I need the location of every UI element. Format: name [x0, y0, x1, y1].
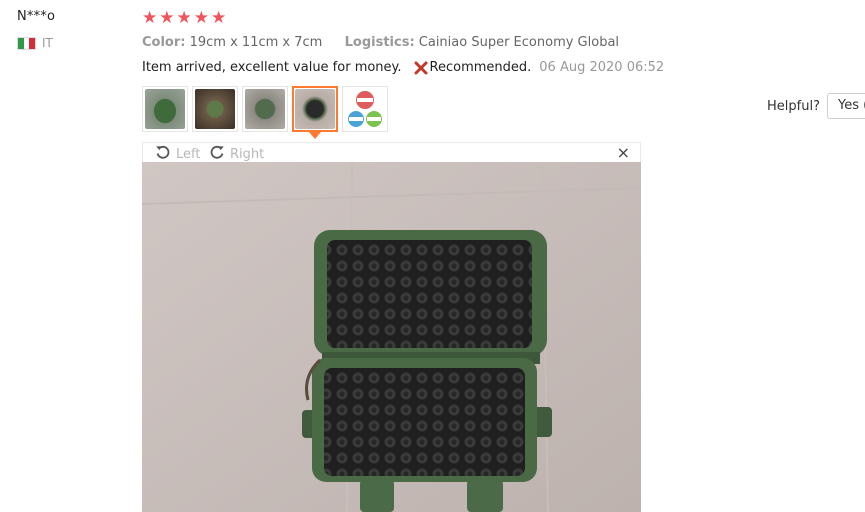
open-case-photo-icon — [142, 162, 641, 512]
recommended-text: Recommended. — [429, 60, 532, 75]
star-icon: ★ — [176, 8, 192, 28]
star-rating: ★ ★ ★ ★ ★ — [142, 9, 226, 28]
color-value: 19cm x 11cm x 7cm — [189, 35, 323, 50]
thumbnail-5[interactable] — [342, 86, 388, 132]
star-icon: ★ — [193, 8, 209, 28]
rotate-left-label: Left — [176, 146, 201, 162]
case-closed-photo-icon — [245, 89, 285, 129]
rotate-left-icon — [155, 144, 171, 164]
image-viewer-toolbar: Left Right × — [142, 142, 641, 162]
helpful-yes-button[interactable]: Yes ( — [827, 93, 865, 119]
color-label: Color: — [142, 35, 186, 50]
recommended-x-icon — [414, 61, 428, 75]
rotate-right-label: Right — [230, 146, 265, 162]
star-icon: ★ — [142, 8, 158, 28]
feedback-text: Item arrived, excellent value for money. — [142, 60, 402, 75]
review-photo — [142, 162, 641, 512]
thumbnail-1[interactable] — [142, 86, 188, 132]
feedback-line: Item arrived, excellent value for money.… — [142, 60, 664, 75]
logistics-value: Cainiao Super Economy Global — [418, 35, 620, 50]
order-info: Color: 19cm x 11cm x 7cm Logistics: Cain… — [142, 35, 619, 50]
helpful-label: Helpful? — [767, 99, 820, 114]
case-in-hand-photo-icon — [195, 89, 235, 129]
thumbnail-3[interactable] — [242, 86, 288, 132]
green-case-photo-icon — [145, 89, 185, 129]
close-viewer-icon[interactable]: × — [617, 143, 630, 162]
reviewer-country: IT — [17, 36, 53, 50]
star-icon: ★ — [211, 8, 227, 28]
rotate-right-button[interactable]: Right — [209, 144, 264, 164]
reviewer-name: N***o — [17, 9, 56, 24]
review-date: 06 Aug 2020 06:52 — [539, 60, 665, 75]
thumbnail-4[interactable] — [292, 86, 338, 139]
photo-thumbnails — [142, 86, 388, 139]
star-icon: ★ — [159, 8, 175, 28]
country-code: IT — [42, 36, 53, 50]
case-open-photo-icon — [295, 89, 335, 129]
rotate-right-icon — [209, 144, 225, 164]
logistics-label: Logistics: — [344, 35, 415, 50]
italy-flag-icon — [17, 36, 36, 50]
rotate-left-button[interactable]: Left — [155, 144, 200, 164]
thumbnail-2[interactable] — [192, 86, 238, 132]
badge-stamps-photo-icon — [345, 89, 385, 129]
